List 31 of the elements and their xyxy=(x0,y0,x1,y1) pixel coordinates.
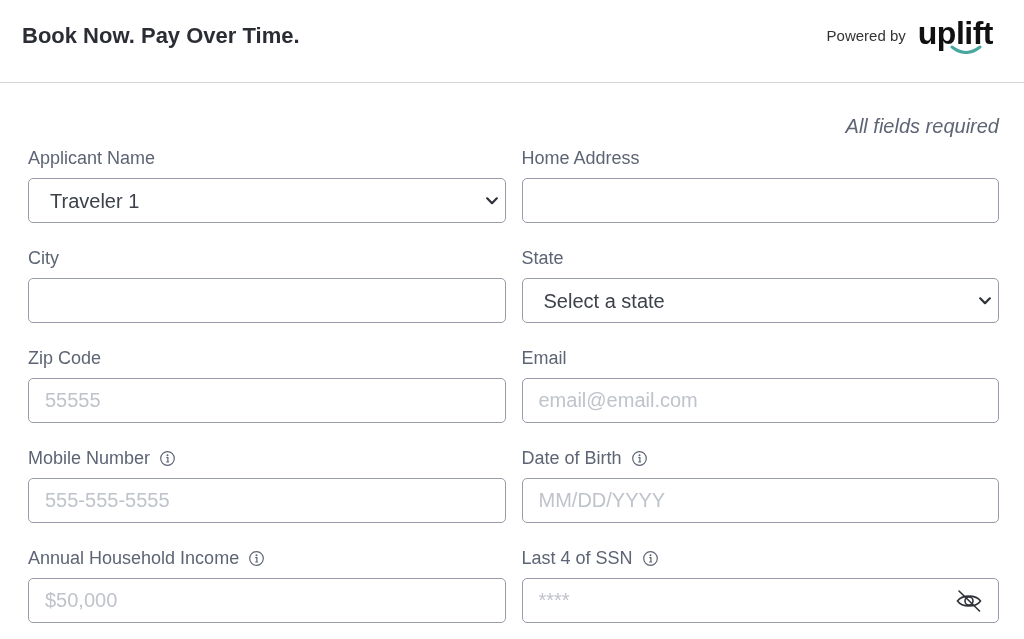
page-title: Book Now. Pay Over Time. xyxy=(22,23,300,49)
info-icon[interactable] xyxy=(249,550,265,566)
field-label: State xyxy=(521,248,564,268)
dropdown-select[interactable]: Select a state xyxy=(521,278,999,323)
chevron-down-icon xyxy=(485,196,498,205)
input-field[interactable]: 555-555-5555 xyxy=(28,478,506,523)
field-label: Applicant Name xyxy=(28,148,156,168)
field-label: Email xyxy=(521,348,567,368)
dropdown-select[interactable]: Traveler 1 xyxy=(28,178,506,223)
info-icon[interactable] xyxy=(631,450,647,466)
input-field[interactable] xyxy=(28,278,506,323)
field-label: Home Address xyxy=(521,148,640,168)
password-field[interactable]: **** xyxy=(521,578,999,623)
input-field[interactable]: MM/DD/YYYY xyxy=(521,478,999,523)
field-label: City xyxy=(28,248,59,268)
input-field[interactable]: 55555 xyxy=(28,378,506,423)
field-label: Zip Code xyxy=(28,348,102,368)
powered-by-text: Powered by xyxy=(826,27,906,45)
chevron-down-icon xyxy=(979,296,991,305)
input-field[interactable]: $50,000 xyxy=(28,578,506,623)
info-icon[interactable] xyxy=(642,550,658,566)
field-label: Annual Household Income xyxy=(28,548,240,568)
input-field[interactable]: email@email.com xyxy=(521,378,999,423)
eye-slash-icon[interactable] xyxy=(956,590,982,612)
field-label: Last 4 of SSN xyxy=(521,548,633,568)
brand-logo: uplift xyxy=(917,18,993,54)
field-label: Mobile Number xyxy=(28,448,151,468)
info-icon[interactable] xyxy=(160,450,176,466)
input-field[interactable] xyxy=(521,178,999,223)
required-note: All fields required xyxy=(845,114,999,138)
field-label: Date of Birth xyxy=(521,448,622,468)
